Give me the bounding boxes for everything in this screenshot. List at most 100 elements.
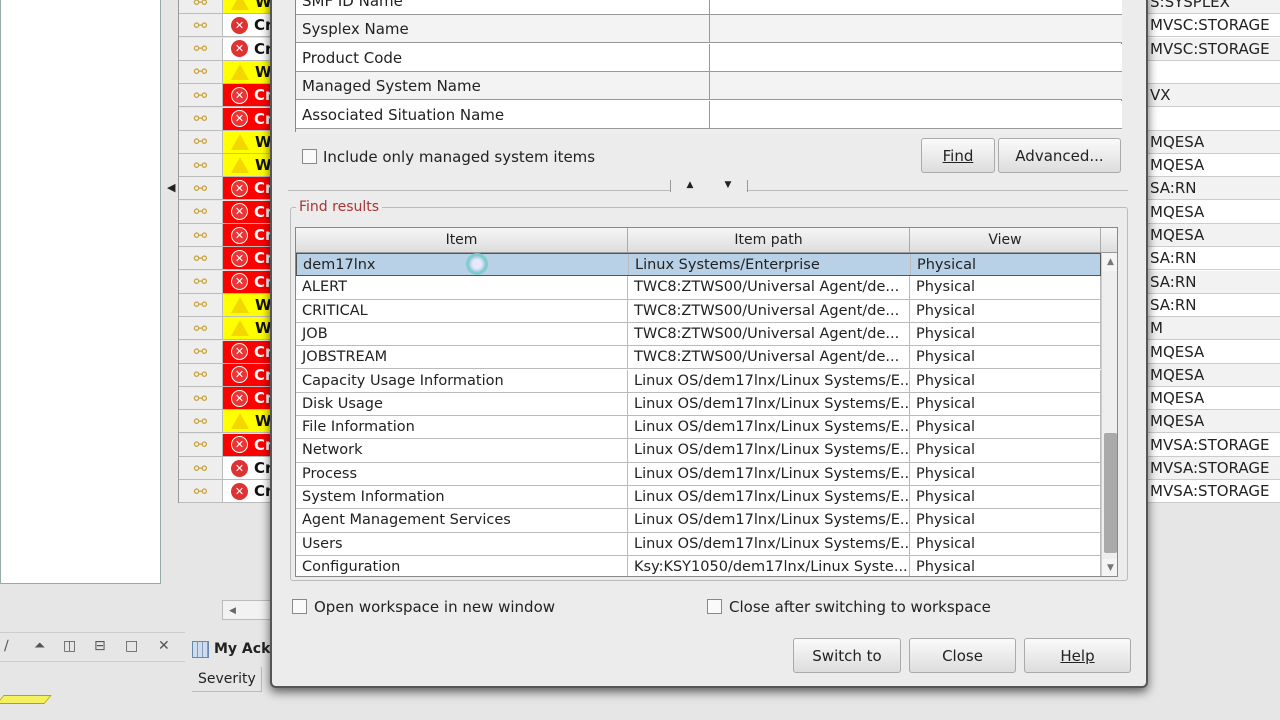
critical-icon: ✕ bbox=[231, 179, 248, 197]
close-view-icon[interactable]: ✕ bbox=[158, 638, 170, 654]
results-vertical-scrollbar[interactable]: ▲ ▼ bbox=[1101, 253, 1117, 576]
link-icon[interactable]: ⚯ bbox=[179, 480, 223, 503]
open-new-window-checkbox[interactable] bbox=[292, 599, 307, 614]
close-button[interactable]: Close bbox=[909, 638, 1016, 673]
warning-icon bbox=[231, 296, 249, 313]
link-icon[interactable]: ⚯ bbox=[179, 177, 223, 200]
window-icon[interactable]: □ bbox=[125, 638, 138, 654]
source-cell: MQESA bbox=[1148, 200, 1280, 224]
collapse-arrow-icon[interactable]: ◀ bbox=[167, 181, 175, 194]
result-cell-item: Process bbox=[296, 462, 628, 485]
criteria-name: Managed System Name bbox=[302, 77, 481, 96]
split-vertical-icon[interactable]: ◫ bbox=[63, 638, 76, 654]
close-after-switch-label: Close after switching to workspace bbox=[729, 598, 991, 616]
switch-to-button[interactable]: Switch to bbox=[793, 638, 901, 673]
result-row[interactable]: Configuration Ksy:KSY1050/dem17lnx/Linux … bbox=[296, 555, 1101, 576]
column-header-view[interactable]: View bbox=[910, 228, 1101, 253]
link-icon[interactable]: ⚯ bbox=[179, 84, 223, 107]
include-managed-checkbox[interactable] bbox=[302, 149, 317, 164]
warning-icon bbox=[231, 157, 249, 174]
edit-icon[interactable]: ∕ bbox=[4, 638, 9, 654]
switch-to-label: Switch to bbox=[812, 646, 882, 665]
result-row[interactable]: CRITICAL TWC8:ZTWS00/Universal Agent/de..… bbox=[296, 299, 1101, 323]
result-row[interactable]: ALERT TWC8:ZTWS00/Universal Agent/de... Ph… bbox=[296, 276, 1101, 300]
criteria-row: Managed System Name bbox=[296, 72, 1122, 101]
horizontal-scrollbar[interactable]: ◀ bbox=[222, 600, 272, 620]
result-row[interactable]: File Information Linux OS/dem17lnx/Linux … bbox=[296, 416, 1101, 440]
link-icon[interactable]: ⚯ bbox=[179, 433, 223, 456]
link-icon[interactable]: ⚯ bbox=[179, 340, 223, 363]
scroll-down-icon[interactable]: ▼ bbox=[1102, 559, 1117, 576]
result-cell-path: Linux OS/dem17lnx/Linux Systems/E... bbox=[628, 392, 910, 416]
result-row[interactable]: Agent Management Services Linux OS/dem17l… bbox=[296, 509, 1101, 533]
result-cell-item: Agent Management Services bbox=[296, 509, 628, 532]
result-row[interactable]: Users Linux OS/dem17lnx/Linux Systems/E..… bbox=[296, 532, 1101, 556]
link-icon[interactable]: ⚯ bbox=[179, 317, 223, 340]
help-button[interactable]: Help bbox=[1024, 638, 1131, 673]
link-icon[interactable]: ⚯ bbox=[179, 224, 223, 246]
link-icon[interactable]: ⚯ bbox=[179, 363, 223, 386]
warning-icon bbox=[231, 0, 249, 10]
splitter-arrows: ▲ ▼ bbox=[670, 180, 748, 192]
tab-my-acknowledgements[interactable]: My Ack bbox=[192, 636, 282, 662]
criteria-value-input[interactable] bbox=[709, 100, 1122, 129]
result-cell-view: Physical bbox=[911, 254, 1102, 276]
link-icon[interactable]: ⚯ bbox=[179, 387, 223, 410]
link-icon[interactable]: ⚯ bbox=[179, 200, 223, 223]
result-cell-item: System Information bbox=[296, 486, 628, 509]
source-cell: MQESA bbox=[1148, 410, 1280, 434]
column-header-item[interactable]: Item bbox=[296, 228, 628, 253]
severity-column-header[interactable]: Severity bbox=[192, 667, 262, 692]
column-header-item-path[interactable]: Item path bbox=[628, 228, 910, 253]
criteria-value-input[interactable] bbox=[709, 72, 1122, 101]
result-cell-view: Physical bbox=[910, 555, 1101, 576]
link-icon[interactable]: ⚯ bbox=[179, 37, 223, 60]
criteria-value-input[interactable] bbox=[709, 43, 1122, 72]
advanced-button[interactable]: Advanced... bbox=[998, 138, 1121, 173]
link-icon[interactable]: ⚯ bbox=[179, 107, 223, 130]
splitter-up-icon[interactable]: ▲ bbox=[687, 180, 694, 192]
source-cell: MQESA bbox=[1148, 224, 1280, 247]
navigator-panel bbox=[0, 0, 161, 584]
critical-icon: ✕ bbox=[231, 110, 248, 127]
scroll-up-icon[interactable]: ▲ bbox=[1102, 253, 1117, 271]
result-row[interactable]: System Information Linux OS/dem17lnx/Linu… bbox=[296, 486, 1101, 510]
result-cell-view: Physical bbox=[910, 392, 1101, 416]
splitter-down-icon[interactable]: ▼ bbox=[725, 180, 732, 192]
close-after-switch-checkbox[interactable] bbox=[707, 599, 722, 614]
link-icon[interactable]: ⚯ bbox=[179, 130, 223, 153]
result-row[interactable]: Disk Usage Linux OS/dem17lnx/Linux System… bbox=[296, 392, 1101, 417]
link-icon[interactable]: ⚯ bbox=[179, 154, 223, 177]
source-cell: MQESA bbox=[1148, 387, 1280, 411]
source-cell: SA:RN bbox=[1148, 177, 1280, 201]
link-icon[interactable]: ⚯ bbox=[179, 410, 223, 433]
warning-icon bbox=[231, 320, 249, 337]
result-row[interactable]: JOB TWC8:ZTWS00/Universal Agent/de... Phys… bbox=[296, 322, 1101, 347]
link-icon[interactable]: ⚯ bbox=[179, 14, 223, 37]
find-results-table: Item Item path View dem17lnx Linux System… bbox=[295, 227, 1118, 577]
scroll-thumb[interactable] bbox=[1104, 433, 1117, 553]
table-icon bbox=[192, 640, 209, 658]
criteria-value-input[interactable] bbox=[709, 15, 1122, 44]
maximize-up-icon[interactable]: ⏶ bbox=[34, 638, 45, 654]
link-icon[interactable]: ⚯ bbox=[179, 247, 223, 270]
link-icon[interactable]: ⚯ bbox=[179, 270, 223, 293]
criteria-value-input[interactable] bbox=[709, 0, 1122, 15]
result-row[interactable]: JOBSTREAM TWC8:ZTWS00/Universal Agent/de.… bbox=[296, 346, 1101, 370]
include-managed-label: Include only managed system items bbox=[323, 148, 596, 166]
result-cell-item: Network bbox=[296, 439, 628, 462]
result-row[interactable]: Process Linux OS/dem17lnx/Linux Systems/E… bbox=[296, 462, 1101, 486]
link-icon[interactable]: ⚯ bbox=[179, 60, 223, 83]
result-row[interactable]: Capacity Usage Information Linux OS/dem17… bbox=[296, 369, 1101, 393]
split-horizontal-icon[interactable]: ⊟ bbox=[94, 638, 106, 654]
link-icon[interactable]: ⚯ bbox=[179, 457, 223, 479]
find-button[interactable]: Find bbox=[921, 138, 995, 173]
link-icon[interactable]: ⚯ bbox=[179, 293, 223, 316]
open-new-window-label: Open workspace in new window bbox=[314, 598, 556, 616]
criteria-name: Sysplex Name bbox=[302, 20, 409, 39]
source-cell: MQESA bbox=[1148, 130, 1280, 154]
result-row[interactable]: dem17lnx Linux Systems/Enterprise Physical bbox=[296, 253, 1102, 277]
result-row[interactable]: Network Linux OS/dem17lnx/Linux Systems/E… bbox=[296, 439, 1101, 463]
result-cell-item: Configuration bbox=[296, 555, 628, 576]
link-icon[interactable]: ⚯ bbox=[179, 0, 223, 13]
